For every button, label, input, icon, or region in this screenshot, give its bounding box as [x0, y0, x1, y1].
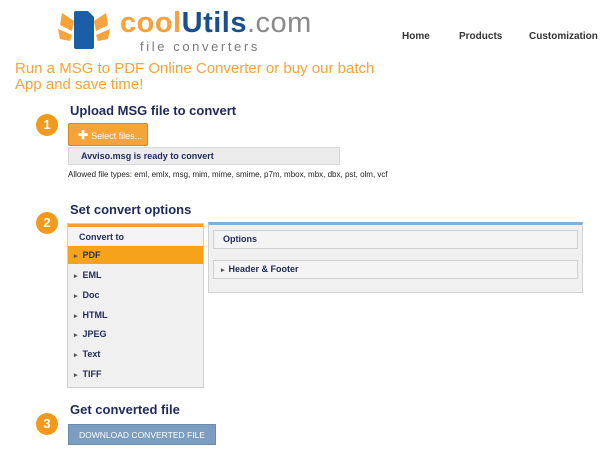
- result-title: Get converted file: [70, 402, 180, 417]
- header-footer-toggle[interactable]: ▸ Header & Footer: [213, 260, 578, 279]
- upload-title: Upload MSG file to convert: [70, 103, 237, 118]
- caret-right-icon: ▸: [74, 313, 78, 320]
- caret-right-icon: ▸: [74, 253, 78, 260]
- caret-right-icon: ▸: [74, 352, 78, 359]
- format-html[interactable]: ▸ HTML: [68, 306, 203, 324]
- logo-text: coolUtils.com: [120, 7, 312, 39]
- logo-icon: [58, 11, 110, 49]
- format-text[interactable]: ▸ Text: [68, 345, 203, 363]
- caret-right-icon: ▸: [221, 267, 225, 274]
- page-headline: Run a MSG to PDF Online Converter or buy…: [15, 60, 375, 93]
- logo-subtitle: file converters: [140, 39, 260, 54]
- options-title: Set convert options: [70, 202, 192, 217]
- nav-home[interactable]: Home: [402, 31, 430, 42]
- step-1-badge: 1: [36, 114, 58, 136]
- allowed-file-types: Allowed file types: eml, emlx, msg, mim,…: [68, 170, 388, 179]
- format-jpeg[interactable]: ▸ JPEG: [68, 325, 203, 343]
- format-pdf[interactable]: ▸ PDF: [68, 246, 203, 264]
- select-files-button[interactable]: ✚ Select files...: [68, 123, 148, 146]
- file-ready-status: Avviso.msg is ready to convert: [68, 147, 340, 165]
- format-eml[interactable]: ▸ EML: [68, 266, 203, 284]
- options-panel: Options ▸ Header & Footer: [208, 222, 583, 293]
- caret-right-icon: ▸: [74, 293, 78, 300]
- format-tiff[interactable]: ▸ TIFF: [68, 365, 203, 383]
- options-header: Options: [213, 230, 578, 249]
- download-button[interactable]: DOWNLOAD CONVERTED FILE: [68, 424, 216, 445]
- nav-products[interactable]: Products: [459, 31, 502, 42]
- step-2-badge: 2: [36, 212, 58, 234]
- convert-to-label: Convert to: [68, 224, 203, 245]
- plus-icon: ✚: [78, 128, 89, 142]
- caret-right-icon: ▸: [74, 332, 78, 339]
- nav-customization[interactable]: Customization: [529, 31, 598, 42]
- caret-right-icon: ▸: [74, 273, 78, 280]
- format-doc[interactable]: ▸ Doc: [68, 286, 203, 304]
- caret-right-icon: ▸: [74, 372, 78, 379]
- logo[interactable]: coolUtils.com file converters: [58, 7, 311, 54]
- convert-to-panel: Convert to ▸ PDF ▸ EML ▸ Doc ▸ HTML ▸ JPEG ▸ T…: [67, 223, 204, 388]
- select-files-label: Select files...: [91, 131, 143, 141]
- step-3-badge: 3: [36, 413, 58, 435]
